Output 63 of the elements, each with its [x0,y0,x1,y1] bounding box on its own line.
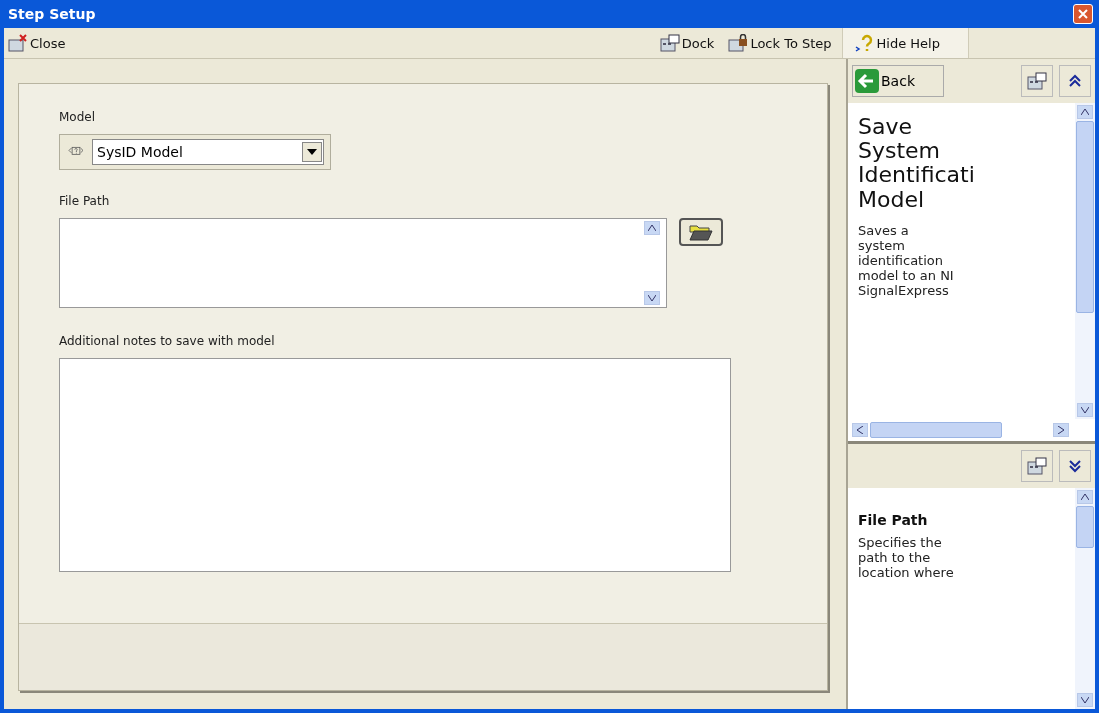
chevron-down-icon [1081,697,1089,703]
back-button[interactable]: Back [852,65,944,97]
dock-icon [659,34,680,52]
file-path-field[interactable] [59,218,667,308]
help-text: Saves a [858,223,910,239]
scroll-down-button[interactable] [1077,403,1093,417]
help-text: model to an NI [858,268,955,284]
window-x-icon [8,34,28,52]
help-text: SignalExpress [858,283,950,299]
help-title: Save [858,115,913,140]
scroll-thumb[interactable] [1076,121,1094,313]
window-title: Step Setup [8,6,96,22]
folder-icon [689,223,713,241]
window-button[interactable] [1021,65,1053,97]
panel-icon [1027,72,1047,90]
help-text: path to the [858,550,932,566]
close-icon [1077,8,1089,20]
scroll-right-button[interactable] [1053,423,1069,437]
notes-field[interactable] [59,358,731,572]
help-title: System [858,139,942,164]
help-text: system [858,238,906,254]
close-button[interactable] [1073,4,1093,24]
double-chevron-up-icon [1068,74,1082,88]
panel-icon [1027,457,1047,475]
help-title: File Path [858,512,929,528]
toolbar-button[interactable]: Hide Help [841,28,969,58]
caret-down-icon [307,149,317,155]
chevron-up-icon [1081,494,1089,500]
toolbar-button[interactable]: Dock [655,28,719,58]
chevron-up-icon [648,225,656,231]
chevron-down-icon [1081,407,1089,413]
chevron-up-icon [1081,109,1089,115]
help-text: identification [858,253,944,269]
browse-button[interactable] [679,218,723,246]
scroll-down-button[interactable] [644,291,660,305]
window-button[interactable] [1021,450,1053,482]
field-label: Model [59,110,97,124]
chevron-right-icon [1058,426,1064,434]
field-label: File Path [59,194,111,208]
double-chevron-down-icon [1068,459,1082,473]
toolbar-button[interactable]: Lock To Step [724,28,836,58]
scroll-up-button[interactable] [644,221,660,235]
help-title: Model [858,187,926,212]
help-icon [854,34,875,52]
field-label: Additional notes to save with model [59,334,276,348]
scroll-thumb[interactable] [870,422,1002,438]
select-value: SysID Model [97,144,183,160]
collapse-button[interactable] [1059,65,1091,97]
help-text: location where [858,565,955,581]
chevron-down-icon [648,295,656,301]
dropdown-button[interactable] [302,142,322,162]
expand-button[interactable] [1059,450,1091,482]
help-title: Identificati [858,163,976,188]
scroll-down-button[interactable] [1077,693,1093,707]
model-dropdown[interactable]: SysID Model [92,139,324,165]
lock-icon [728,34,749,52]
scroll-up-button[interactable] [1077,490,1093,504]
chevron-left-icon [857,426,863,434]
toolbar-button[interactable]: Close [4,28,70,58]
help-text: Specifies the [858,536,943,551]
scroll-up-button[interactable] [1077,105,1093,119]
scroll-thumb[interactable] [1076,506,1094,548]
scroll-left-button[interactable] [852,423,868,437]
